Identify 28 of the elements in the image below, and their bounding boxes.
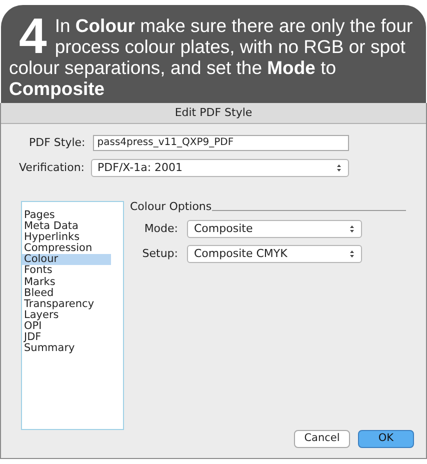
verification-label: Verification: bbox=[19, 160, 85, 176]
dropdown[interactable]: Composite CMYK bbox=[187, 245, 362, 263]
category-item[interactable]: Transparency bbox=[22, 298, 111, 310]
cancel-button[interactable]: Cancel bbox=[294, 430, 350, 448]
category-item[interactable]: OPI bbox=[22, 320, 111, 332]
category-item[interactable]: Colour bbox=[22, 254, 111, 266]
category-item[interactable]: Pages bbox=[22, 210, 111, 222]
stepper-icon bbox=[336, 163, 342, 173]
dropdown[interactable]: Composite bbox=[187, 220, 362, 238]
category-item[interactable]: Meta Data bbox=[22, 221, 111, 232]
ok-button[interactable]: OK bbox=[358, 430, 414, 448]
category-item[interactable]: Fonts bbox=[22, 265, 111, 277]
pdf-style-label: PDF Style: bbox=[29, 134, 86, 150]
category-item[interactable]: Bleed bbox=[22, 288, 111, 299]
category-item[interactable]: Compression bbox=[22, 243, 111, 254]
window-title: Edit PDF Style bbox=[174, 104, 252, 120]
section-heading: Colour Options bbox=[130, 200, 212, 213]
pdf-style-field[interactable]: pass4press_v11_QXP9_PDF bbox=[93, 134, 350, 151]
stepper-icon bbox=[349, 224, 355, 234]
stepper-icon bbox=[349, 249, 355, 259]
dropdown[interactable]: PDF/X-1a: 2001 bbox=[90, 159, 349, 177]
category-item[interactable]: Marks bbox=[22, 276, 111, 288]
category-item[interactable]: Layers bbox=[22, 310, 111, 321]
category-item[interactable]: Hyperlinks bbox=[22, 232, 111, 244]
option-label: Mode: bbox=[143, 220, 178, 237]
category-item[interactable]: Summary bbox=[22, 343, 111, 354]
category-item[interactable]: JDF bbox=[22, 332, 111, 344]
option-label: Setup: bbox=[141, 246, 178, 262]
